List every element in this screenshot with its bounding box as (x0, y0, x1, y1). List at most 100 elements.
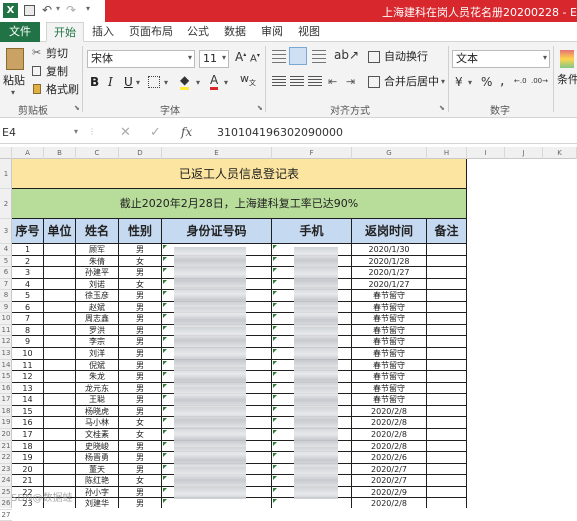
header-seq[interactable]: 序号 (12, 219, 44, 244)
row-header[interactable]: 16 (0, 383, 12, 395)
notes-cell[interactable] (427, 313, 467, 325)
return-date-cell[interactable]: 春节留守 (352, 324, 427, 337)
paste-dropdown-icon[interactable]: ▾ (11, 88, 15, 97)
decrease-indent-icon[interactable]: ⇤ (328, 75, 337, 88)
cut-button[interactable]: 剪切 (46, 46, 68, 62)
merge-dropdown-icon[interactable]: ▾ (441, 77, 445, 86)
name-cell[interactable]: 罗洪 (76, 324, 119, 337)
gender-cell[interactable]: 女 (119, 278, 162, 291)
borders-icon[interactable] (148, 76, 160, 88)
row-header[interactable]: 14 (0, 360, 12, 372)
name-cell[interactable]: 周志鑫 (76, 313, 119, 325)
gender-cell[interactable]: 男 (119, 382, 162, 395)
name-cell[interactable]: 马小林 (76, 417, 119, 429)
seq-cell[interactable]: 10 (12, 348, 44, 360)
return-date-cell[interactable]: 春节留守 (352, 371, 427, 383)
underline-dropdown-icon[interactable]: ▾ (136, 78, 140, 87)
row-header[interactable]: 19 (0, 417, 12, 429)
number-format-select[interactable]: 文本 (452, 50, 550, 68)
return-date-cell[interactable]: 春节留守 (352, 290, 427, 302)
name-cell[interactable]: 王聪 (76, 394, 119, 406)
return-date-cell[interactable]: 春节留守 (352, 359, 427, 372)
unit-cell[interactable] (44, 244, 76, 256)
column-header[interactable]: D (119, 147, 162, 159)
row-header[interactable]: 12 (0, 336, 12, 349)
unit-cell[interactable] (44, 324, 76, 337)
conditional-format-button[interactable]: 条件 (557, 72, 577, 88)
column-header[interactable]: B (44, 147, 76, 159)
unit-cell[interactable] (44, 428, 76, 441)
notes-cell[interactable] (427, 255, 467, 268)
header-phone[interactable]: 手机 (272, 219, 352, 244)
clipboard-launcher-icon[interactable]: ⬊ (74, 104, 80, 112)
name-cell[interactable]: 文桂素 (76, 428, 119, 441)
notes-cell[interactable] (427, 359, 467, 372)
return-date-cell[interactable]: 春节留守 (352, 394, 427, 406)
fill-color-icon[interactable]: ◆ (180, 73, 190, 90)
seq-cell[interactable]: 3 (12, 267, 44, 279)
return-date-cell[interactable]: 2020/2/8 (352, 405, 427, 418)
column-header[interactable]: K (543, 147, 577, 159)
align-right-icon[interactable] (308, 76, 322, 88)
column-header[interactable]: A (12, 147, 44, 159)
notes-cell[interactable] (427, 267, 467, 279)
unit-cell[interactable] (44, 301, 76, 314)
enter-icon[interactable]: ✓ (150, 125, 161, 140)
notes-cell[interactable] (427, 417, 467, 429)
tab-formulas[interactable]: 公式 (184, 22, 212, 42)
column-header[interactable]: J (505, 147, 543, 159)
name-cell[interactable]: 顾军 (76, 244, 119, 256)
cancel-icon[interactable]: ✕ (120, 125, 131, 140)
name-cell[interactable]: 赵斌 (76, 301, 119, 314)
return-date-cell[interactable]: 2020/2/9 (352, 486, 427, 499)
seq-cell[interactable]: 21 (12, 475, 44, 487)
row-header[interactable]: 25 (0, 487, 12, 499)
row-header[interactable]: 4 (0, 244, 12, 256)
tab-page-layout[interactable]: 页面布局 (126, 22, 176, 42)
seq-cell[interactable]: 12 (12, 371, 44, 383)
unit-cell[interactable] (44, 440, 76, 453)
align-left-icon[interactable] (272, 76, 286, 88)
tab-review[interactable]: 审阅 (258, 22, 286, 42)
unit-cell[interactable] (44, 255, 76, 268)
return-date-cell[interactable]: 2020/2/8 (352, 428, 427, 441)
name-cell[interactable]: 朱龙 (76, 371, 119, 383)
increase-font-icon[interactable]: A▴ (235, 50, 246, 64)
row-header[interactable]: 6 (0, 267, 12, 279)
notes-cell[interactable] (427, 394, 467, 406)
seq-cell[interactable]: 4 (12, 278, 44, 291)
insert-function-icon[interactable]: fx (181, 125, 192, 139)
column-header[interactable]: G (352, 147, 427, 159)
column-header[interactable]: C (76, 147, 119, 159)
gender-cell[interactable]: 男 (119, 359, 162, 372)
return-date-cell[interactable]: 春节留守 (352, 382, 427, 395)
row-header[interactable]: 20 (0, 429, 12, 441)
row-header[interactable]: 24 (0, 475, 12, 487)
unit-cell[interactable] (44, 452, 76, 464)
unit-cell[interactable] (44, 359, 76, 372)
seq-cell[interactable]: 8 (12, 324, 44, 337)
select-all-corner[interactable] (0, 147, 12, 159)
increase-decimal-icon[interactable]: ←.0 (514, 77, 527, 85)
column-header[interactable]: H (427, 147, 467, 159)
unit-cell[interactable] (44, 313, 76, 325)
row-header[interactable]: 1 (0, 159, 12, 189)
return-date-cell[interactable]: 2020/1/27 (352, 278, 427, 291)
notes-cell[interactable] (427, 278, 467, 291)
font-name-select[interactable]: 宋体 (87, 50, 195, 68)
paste-button[interactable]: 粘贴 (3, 73, 25, 89)
increase-indent-icon[interactable]: ⇥ (346, 75, 355, 88)
phone-cell[interactable] (272, 498, 352, 508)
header-notes[interactable]: 备注 (427, 219, 467, 244)
row-header[interactable]: 10 (0, 313, 12, 325)
paste-icon[interactable] (6, 48, 24, 70)
row-header[interactable]: 7 (0, 279, 12, 291)
name-cell[interactable]: 陈红艳 (76, 475, 119, 487)
gender-cell[interactable]: 女 (119, 417, 162, 429)
notes-cell[interactable] (427, 371, 467, 383)
seq-cell[interactable]: 19 (12, 452, 44, 464)
row-header[interactable]: 27 (0, 510, 12, 521)
font-launcher-icon[interactable]: ⬊ (257, 104, 263, 112)
row-header[interactable]: 5 (0, 256, 12, 268)
notes-cell[interactable] (427, 463, 467, 476)
